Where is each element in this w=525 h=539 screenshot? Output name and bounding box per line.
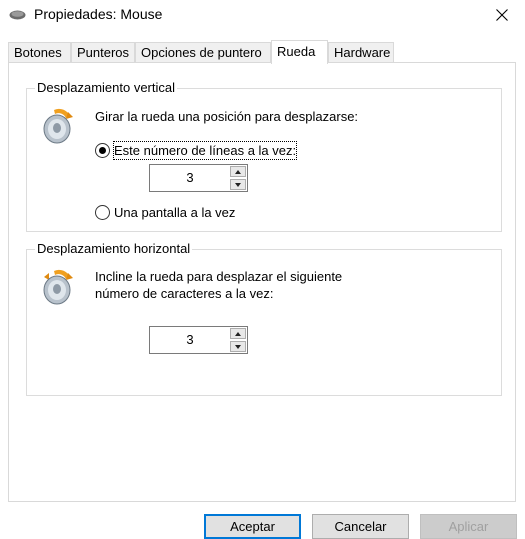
tab-hardware[interactable]: Hardware [328,42,394,62]
radio-lines-at-a-time[interactable] [95,143,110,158]
vertical-scroll-group: Desplazamiento vertical Girar la rueda u… [26,80,502,232]
title-bar: Propiedades: Mouse [0,0,525,30]
radio-one-screen-label[interactable]: Una pantalla a la vez [114,204,235,221]
close-icon [496,9,508,21]
horizontal-description-line2: número de caracteres a la vez: [95,286,274,301]
tab-label: Hardware [334,45,391,60]
tab-opciones-de-puntero[interactable]: Opciones de puntero [135,42,271,62]
lines-up-arrow-icon[interactable] [230,166,246,177]
tab-rueda[interactable]: Rueda [271,40,328,64]
lines-value[interactable]: 3 [150,165,230,191]
tab-punteros[interactable]: Punteros [71,42,135,62]
chars-value[interactable]: 3 [150,327,230,353]
tab-botones[interactable]: Botones [8,42,71,62]
tab-label: Punteros [77,45,130,60]
mouse-icon [9,10,26,20]
mouse-wheel-horizontal-icon [43,269,73,305]
close-button[interactable] [479,0,525,30]
tab-label: Botones [14,45,62,60]
lines-spinbox[interactable]: 3 [149,164,248,192]
lines-spin-arrows [230,166,246,190]
tab-label: Opciones de puntero [141,45,262,60]
mouse-wheel-vertical-icon [43,108,73,144]
vertical-group-title: Desplazamiento vertical [35,80,178,96]
horizontal-group-title: Desplazamiento horizontal [35,241,193,257]
window-title: Propiedades: Mouse [34,6,163,22]
radio-lines-label[interactable]: Este número de líneas a la vez: [112,141,298,160]
vertical-description: Girar la rueda una posición para desplaz… [95,109,359,124]
chars-down-arrow-icon[interactable] [230,341,246,352]
tab-label: Rueda [277,44,316,59]
ok-button[interactable]: Aceptar [204,514,301,539]
apply-button[interactable]: Aplicar [420,514,517,539]
radio-one-screen[interactable] [95,205,110,220]
horizontal-description-line1: Incline la rueda para desplazar el sigui… [95,269,343,284]
chars-spinbox[interactable]: 3 [149,326,248,354]
tab-panel-rueda: Desplazamiento vertical Girar la rueda u… [8,62,516,502]
cancel-button[interactable]: Cancelar [312,514,409,539]
chars-spin-arrows [230,328,246,352]
lines-down-arrow-icon[interactable] [230,179,246,190]
horizontal-scroll-group: Desplazamiento horizontal Incline la rue… [26,241,502,396]
chars-up-arrow-icon[interactable] [230,328,246,339]
